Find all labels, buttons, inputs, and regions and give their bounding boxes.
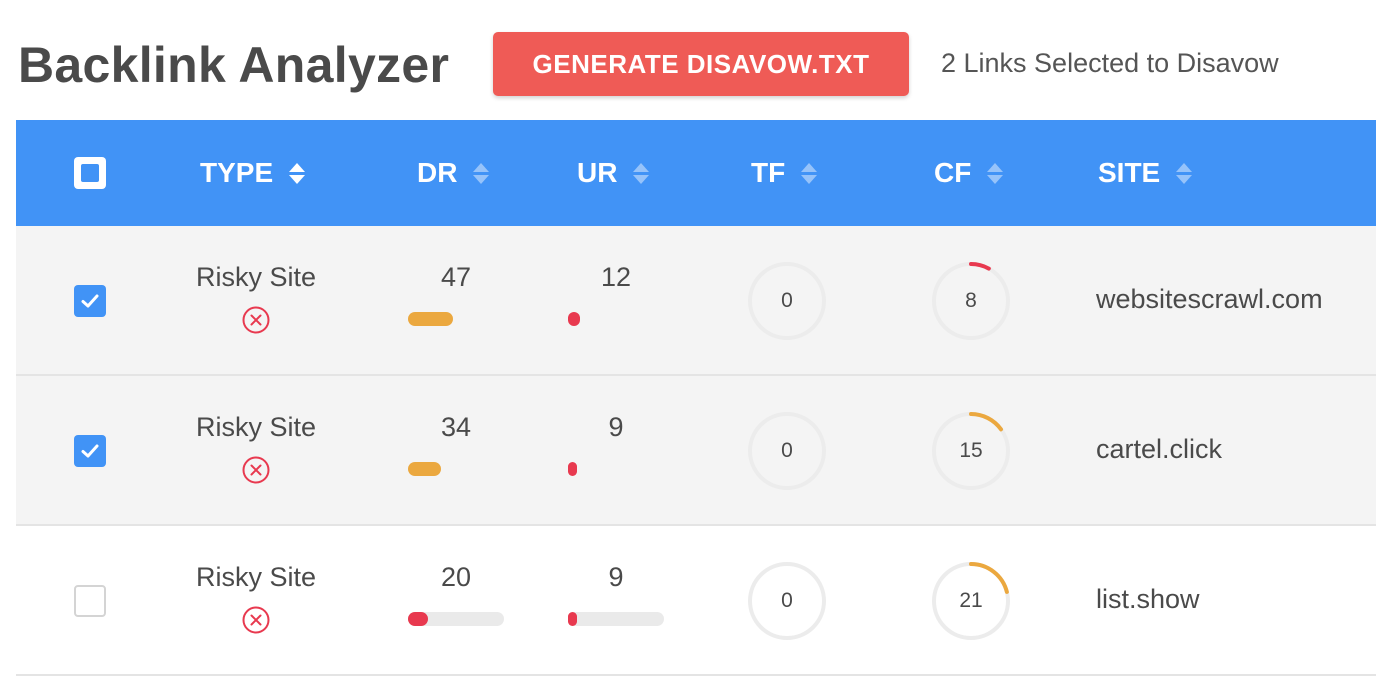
sort-icon: [987, 162, 1004, 184]
tf-value: 0: [781, 439, 793, 462]
dr-cell: 20: [408, 562, 518, 626]
cf-value: 15: [959, 439, 983, 462]
dr-bar-fill: [408, 612, 428, 626]
cf-value: 8: [965, 289, 977, 312]
site-link[interactable]: websitescrawl.com: [1096, 284, 1323, 315]
ur-cell: 9: [568, 412, 678, 476]
ur-bar: [568, 312, 664, 326]
row-checkbox[interactable]: [74, 585, 106, 617]
type-cell: Risky Site: [181, 262, 331, 335]
dr-bar-fill: [408, 462, 441, 476]
type-label: Risky Site: [195, 562, 317, 592]
site-link[interactable]: cartel.click: [1096, 434, 1222, 465]
dr-value: 20: [440, 562, 472, 592]
column-header-ur[interactable]: UR: [577, 120, 650, 226]
site-link[interactable]: list.show: [1096, 584, 1200, 615]
ur-cell: 12: [568, 262, 678, 326]
type-label: Risky Site: [195, 262, 317, 292]
type-cell: Risky Site: [181, 412, 331, 485]
selection-status: 2 Links Selected to Disavow: [941, 48, 1279, 78]
ur-bar: [568, 612, 664, 626]
dr-bar: [408, 312, 504, 326]
column-label-cf: CF: [934, 157, 972, 188]
column-header-site[interactable]: SITE: [1098, 120, 1193, 226]
cf-gauge: 15: [930, 410, 1012, 492]
generate-disavow-button[interactable]: GENERATE DISAVOW.TXT: [493, 32, 909, 96]
dr-value: 47: [440, 262, 472, 292]
column-header-tf[interactable]: TF: [751, 120, 818, 226]
table-row: Risky Site 20 9 0 21 list.show: [16, 526, 1376, 676]
cf-value: 21: [959, 589, 983, 612]
tf-value: 0: [781, 589, 793, 612]
sort-icon: [289, 162, 306, 184]
ur-bar-fill: [568, 312, 580, 326]
sort-icon: [473, 162, 490, 184]
dr-bar: [408, 612, 504, 626]
ur-bar-fill: [568, 462, 577, 476]
table-row: Risky Site 34 9 0 15 cartel.click: [16, 376, 1376, 526]
top-bar: Backlink Analyzer GENERATE DISAVOW.TXT 2…: [0, 0, 1376, 120]
cf-gauge: 8: [930, 260, 1012, 342]
tf-gauge: 0: [746, 410, 828, 492]
column-label-tf: TF: [751, 157, 786, 188]
checkmark-icon: [81, 444, 99, 458]
x-circle-icon: [242, 456, 270, 484]
ur-value: 9: [608, 412, 624, 442]
ur-value: 9: [608, 562, 624, 592]
dr-value: 34: [440, 412, 472, 442]
sort-icon: [1176, 162, 1193, 184]
column-label-type: TYPE: [200, 157, 274, 188]
type-label: Risky Site: [195, 412, 317, 442]
ur-value: 12: [600, 262, 632, 292]
dr-bar: [408, 462, 504, 476]
dr-bar-fill: [408, 312, 454, 326]
select-all-checkbox[interactable]: [74, 157, 106, 189]
x-circle-icon: [242, 606, 270, 634]
sort-icon: [801, 162, 818, 184]
column-header-cf[interactable]: CF: [934, 120, 1004, 226]
tf-gauge: 0: [746, 260, 828, 342]
tf-value: 0: [781, 289, 793, 312]
backlink-table: TYPE DR UR TF CF SITE Risky Site 47 12 0…: [16, 120, 1376, 676]
column-label-ur: UR: [577, 157, 618, 188]
cf-gauge: 21: [930, 560, 1012, 642]
ur-bar-fill: [568, 612, 577, 626]
dr-cell: 34: [408, 412, 518, 476]
checkmark-icon: [81, 294, 99, 308]
x-circle-icon: [242, 306, 270, 334]
sort-icon: [633, 162, 650, 184]
tf-gauge: 0: [746, 560, 828, 642]
column-label-site: SITE: [1098, 157, 1161, 188]
row-checkbox[interactable]: [74, 435, 106, 467]
type-cell: Risky Site: [181, 562, 331, 635]
column-header-dr[interactable]: DR: [417, 120, 490, 226]
column-label-dr: DR: [417, 157, 458, 188]
page-title: Backlink Analyzer: [18, 37, 450, 93]
ur-cell: 9: [568, 562, 678, 626]
column-header-type[interactable]: TYPE: [200, 120, 306, 226]
partial-selection-indicator: [81, 164, 99, 182]
table-row: Risky Site 47 12 0 8 websitescrawl.com: [16, 226, 1376, 376]
dr-cell: 47: [408, 262, 518, 326]
row-checkbox[interactable]: [74, 285, 106, 317]
table-header: TYPE DR UR TF CF SITE: [16, 120, 1376, 226]
ur-bar: [568, 462, 664, 476]
